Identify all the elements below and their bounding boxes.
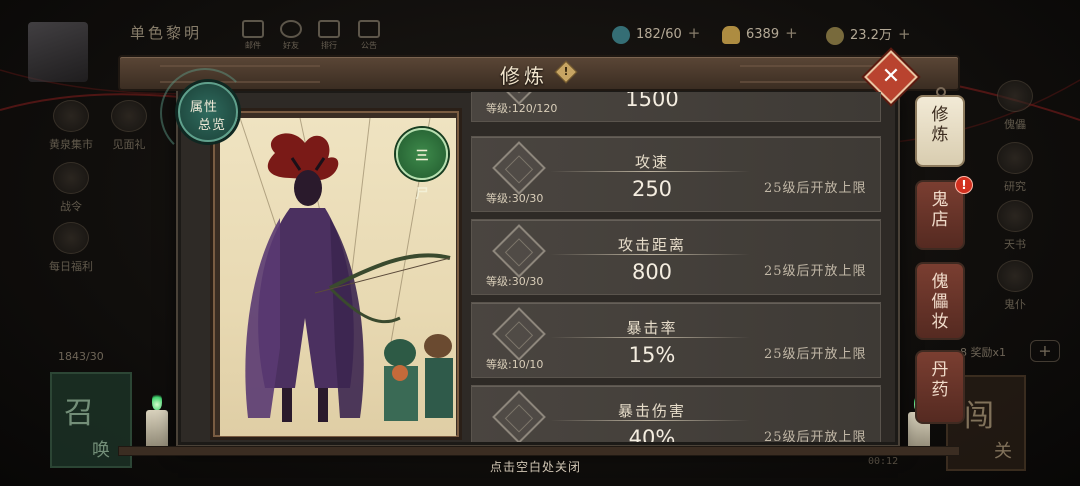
battle-pass-icon bbox=[53, 162, 89, 194]
stat-row-crit-damage: 暴击伤害 40% 25级后开放上限 bbox=[471, 385, 881, 442]
tab-ghost-shop[interactable]: ! 鬼 店 bbox=[915, 176, 973, 250]
stat-divider bbox=[550, 254, 750, 255]
stat-level: 等级:120/120 bbox=[486, 102, 558, 115]
market-icon bbox=[53, 100, 89, 132]
stat-cap-note: 25级后开放上限 bbox=[764, 264, 867, 279]
stat-value: 1500 bbox=[625, 92, 679, 111]
ghost-servant-icon bbox=[997, 260, 1033, 292]
notice-icon[interactable]: 公告 bbox=[356, 20, 382, 54]
candle-left-icon bbox=[146, 392, 168, 450]
friends-icon[interactable]: 好友 bbox=[278, 20, 304, 54]
stamina-counter: 182/60 + bbox=[612, 24, 700, 44]
close-hint: 点击空白处关闭 bbox=[490, 460, 582, 474]
stats-list[interactable]: 1500 等级:120/120 攻速 250 等级:30/30 25级后开放上限… bbox=[465, 92, 895, 442]
book-icon bbox=[997, 200, 1033, 232]
player-name: 单色黎明 bbox=[130, 24, 203, 42]
tab-hook-icon bbox=[936, 87, 946, 97]
mail-icon[interactable]: 邮件 bbox=[240, 20, 266, 54]
panel-title: 修炼 bbox=[500, 64, 548, 88]
attack-range-icon bbox=[492, 224, 546, 278]
stat-row-attack-speed: 攻速 250 等级:30/30 25级后开放上限 bbox=[471, 136, 881, 212]
tab-cultivation[interactable]: 修 炼 bbox=[915, 87, 965, 167]
add-coin-button[interactable]: + bbox=[898, 25, 911, 43]
stat-value: 250 bbox=[631, 177, 673, 201]
stat-cap-note: 25级后开放上限 bbox=[764, 430, 867, 442]
gift-icon bbox=[111, 100, 147, 132]
gold-ingot-icon bbox=[722, 25, 740, 44]
close-icon: ✕ bbox=[881, 64, 901, 89]
summon-counter: 1843/30 bbox=[58, 350, 104, 363]
menu-puppet[interactable]: 傀儡 bbox=[980, 80, 1050, 132]
alert-badge: ! bbox=[955, 176, 973, 194]
coin-counter: 23.2万 + bbox=[826, 24, 911, 45]
stat-name: 攻击距离 bbox=[617, 236, 686, 254]
tab-elixir[interactable]: 丹 药 bbox=[915, 350, 965, 424]
coin-icon bbox=[826, 26, 844, 45]
add-gold-button[interactable]: + bbox=[785, 24, 798, 42]
gold-ingot-counter: 6389 + bbox=[722, 24, 798, 44]
stat-row-crit-rate: 暴击率 15% 等级:10/10 25级后开放上限 bbox=[471, 302, 881, 378]
stat-name: 暴击率 bbox=[626, 319, 678, 337]
menu-gift[interactable]: 见面礼 bbox=[94, 100, 164, 152]
stat-divider bbox=[550, 337, 750, 338]
stat-level: 等级:30/30 bbox=[486, 275, 544, 288]
crit-damage-icon bbox=[492, 390, 546, 442]
stat-cap-note: 25级后开放上限 bbox=[764, 181, 867, 196]
stat-value: 40% bbox=[628, 426, 676, 442]
menu-ghost-servant[interactable]: 鬼仆 bbox=[980, 260, 1050, 312]
soul-jar-icon bbox=[612, 25, 630, 44]
timer: 00:12 bbox=[868, 456, 899, 467]
stat-level: 等级:10/10 bbox=[486, 358, 544, 371]
stat-level: 等级:30/30 bbox=[486, 192, 544, 205]
stat-name: 暴击伤害 bbox=[617, 402, 686, 420]
reward-plus-button[interactable]: + bbox=[1030, 340, 1060, 362]
stat-row-attack: 1500 等级:120/120 bbox=[471, 92, 881, 122]
daily-welfare-icon bbox=[53, 222, 89, 254]
ranking-icon[interactable]: 排行 bbox=[316, 20, 342, 54]
reward-text: 8 奖励x1 bbox=[960, 346, 1007, 359]
stat-cap-note: 25级后开放上限 bbox=[764, 347, 867, 362]
stat-value: 800 bbox=[631, 260, 673, 284]
attribute-overview-button[interactable]: 属性 总览 bbox=[178, 82, 238, 142]
puppet-icon bbox=[997, 80, 1033, 112]
top-bar: 单色黎明 邮件 好友 排行 公告 182/60 + 6389 + 23.2万 + bbox=[0, 0, 1080, 82]
add-stamina-button[interactable]: + bbox=[688, 24, 701, 42]
stat-row-attack-range: 攻击距离 800 等级:30/30 25级后开放上限 bbox=[471, 219, 881, 295]
stat-divider bbox=[550, 420, 750, 421]
stat-name: 攻速 bbox=[634, 153, 669, 171]
menu-research[interactable]: 研究 bbox=[980, 142, 1050, 194]
attack-speed-icon bbox=[492, 141, 546, 195]
menu-daily-welfare[interactable]: 每日福利 bbox=[36, 222, 106, 274]
research-icon bbox=[997, 142, 1033, 174]
menu-battle-pass[interactable]: 战令 bbox=[36, 162, 106, 214]
avatar[interactable] bbox=[28, 22, 88, 82]
stat-divider bbox=[550, 171, 750, 172]
menu-heavenly-book[interactable]: 天书 bbox=[980, 200, 1050, 252]
tier-badge: 三尸 bbox=[396, 128, 448, 202]
tab-puppet-makeup[interactable]: 傀 儡 妆 bbox=[915, 262, 965, 340]
stat-value: 15% bbox=[628, 343, 676, 367]
crit-rate-icon bbox=[492, 307, 546, 361]
panel-bottom-bar bbox=[118, 446, 960, 456]
